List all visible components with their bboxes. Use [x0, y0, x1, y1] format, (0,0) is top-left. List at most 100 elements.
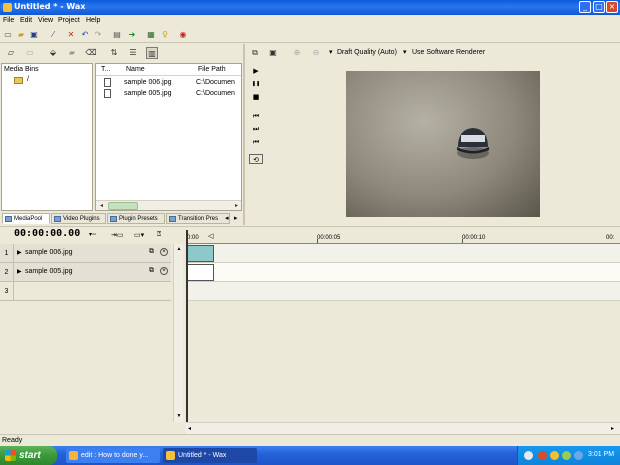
- quality-dropdown-arrow[interactable]: ▾: [329, 48, 333, 56]
- tab-video-plugins[interactable]: Video Plugins: [51, 213, 106, 224]
- pane-divider[interactable]: [243, 44, 245, 225]
- pause-icon[interactable]: ❚❚: [251, 79, 261, 89]
- remove-media-icon[interactable]: ⌫: [85, 47, 97, 59]
- bulb-icon[interactable]: ♀: [160, 29, 170, 40]
- detail-view-icon[interactable]: ▥: [146, 47, 158, 59]
- timeline-hscrollbar[interactable]: ◂ ▸: [186, 422, 620, 434]
- playhead-line[interactable]: [186, 230, 188, 422]
- tab-transition-presets[interactable]: Transition Pres: [166, 213, 230, 224]
- tab-scroll-left-icon[interactable]: ◂: [225, 213, 229, 224]
- scroll-right-icon[interactable]: ▸: [232, 202, 241, 210]
- export-arrow-icon[interactable]: ➜: [127, 29, 137, 40]
- root-bin[interactable]: /: [27, 76, 29, 83]
- taskbar-item-edit[interactable]: edit : How to done y...: [66, 448, 160, 463]
- media-toolbar: ▱ ▭ ⬙ ▰ ⌫ ⇅ ☰ ▥: [0, 44, 243, 62]
- timeline-ruler[interactable]: 0:00 ◁ 00:00:05 00:00:10 00:: [186, 230, 620, 244]
- track-header-1[interactable]: 1 ▶ sample 006.jpg ⧉ ×: [0, 244, 171, 263]
- zoom-out-icon[interactable]: ⊖: [310, 47, 322, 59]
- menu-help[interactable]: Help: [86, 17, 100, 24]
- shield-tray-icon[interactable]: [550, 451, 559, 460]
- sort-icon[interactable]: ⇅: [108, 47, 120, 59]
- open-media-icon[interactable]: ▰: [66, 47, 78, 59]
- marker-icon[interactable]: ⍰: [157, 231, 161, 239]
- folder-icon: [14, 77, 23, 84]
- new-file-icon[interactable]: ▭: [3, 29, 13, 40]
- tab-mediapool[interactable]: MediaPool: [2, 213, 50, 224]
- redo-icon[interactable]: ↷: [93, 29, 103, 40]
- menu-view[interactable]: View: [38, 17, 53, 24]
- next-frame-icon[interactable]: ⏭: [251, 124, 261, 134]
- go-to-start-icon[interactable]: ⏮: [251, 137, 261, 147]
- renderer-dropdown[interactable]: Use Software Renderer: [412, 49, 485, 56]
- scroll-up-icon[interactable]: ▲: [175, 245, 183, 253]
- expand-track-icon[interactable]: ▶: [17, 249, 22, 256]
- track-lane-3[interactable]: [186, 282, 620, 301]
- menu-file[interactable]: File: [3, 17, 14, 24]
- renderer-dropdown-arrow[interactable]: ▾: [403, 48, 407, 56]
- stop-icon[interactable]: ■: [251, 92, 261, 102]
- volume-tray-icon[interactable]: [574, 451, 583, 460]
- close-button[interactable]: ×: [606, 1, 618, 13]
- quality-dropdown[interactable]: Draft Quality (Auto): [337, 49, 397, 56]
- scroll-down-icon[interactable]: ▼: [175, 412, 183, 420]
- clip-sample-005[interactable]: [186, 264, 214, 281]
- media-bins-panel: Media Bins /: [1, 63, 93, 211]
- track-header-3[interactable]: 3: [0, 282, 171, 301]
- wand-icon[interactable]: ⁄: [48, 29, 58, 40]
- expand-track-icon[interactable]: ▶: [17, 268, 22, 275]
- zoom-in-icon[interactable]: ⊕: [291, 47, 303, 59]
- track-fx-icon[interactable]: ⧉: [149, 267, 157, 275]
- document-icon[interactable]: ▤: [112, 29, 122, 40]
- minimize-button[interactable]: _: [579, 1, 591, 13]
- transport-controls: ▶ ❚❚ ■ ⏮ ⏭ ⏮ ⟲: [246, 62, 266, 226]
- maximize-button[interactable]: □: [593, 1, 605, 13]
- security-tray-icon[interactable]: [538, 451, 547, 460]
- file-row[interactable]: sample 005.jpg C:\Documen: [96, 89, 241, 99]
- scroll-thumb[interactable]: [108, 202, 138, 210]
- ruler-label: 00:: [606, 235, 615, 241]
- delete-icon[interactable]: ✕: [66, 29, 76, 40]
- remove-track-icon[interactable]: ×: [160, 267, 168, 275]
- copy-frame-icon[interactable]: ⧉: [249, 47, 261, 59]
- list-view-icon[interactable]: ☰: [127, 47, 139, 59]
- remove-track-icon[interactable]: ×: [160, 248, 168, 256]
- render-icon[interactable]: ▦: [146, 29, 156, 40]
- playhead-marker-icon[interactable]: ◁: [208, 232, 213, 240]
- clip-sample-006[interactable]: [186, 245, 214, 262]
- track-lane-2[interactable]: [186, 263, 620, 282]
- network-tray-icon[interactable]: [562, 451, 571, 460]
- file-row[interactable]: sample 006.jpg C:\Documen: [96, 78, 241, 88]
- undo-icon[interactable]: ↶: [80, 29, 90, 40]
- add-track-icon[interactable]: ⇥▭: [111, 231, 123, 239]
- play-icon[interactable]: ▶: [251, 66, 261, 76]
- scroll-right-icon[interactable]: ▸: [611, 425, 614, 432]
- previous-frame-icon[interactable]: ⏮: [251, 111, 261, 121]
- help-tray-icon[interactable]: [524, 451, 533, 460]
- menu-project[interactable]: Project: [58, 17, 80, 24]
- track-fx-icon[interactable]: ⧉: [149, 248, 157, 256]
- insert-clip-icon[interactable]: ▭▾: [134, 231, 144, 239]
- column-name[interactable]: Name: [126, 66, 145, 73]
- column-file-path[interactable]: File Path: [198, 66, 226, 73]
- save-frame-icon[interactable]: ▣: [267, 47, 279, 59]
- track-lane-1[interactable]: [186, 244, 620, 263]
- open-folder-icon[interactable]: ▰: [16, 29, 26, 40]
- menu-edit[interactable]: Edit: [20, 17, 32, 24]
- import-media-icon[interactable]: ⬙: [47, 47, 59, 59]
- column-type[interactable]: T...: [101, 66, 110, 73]
- stop-icon[interactable]: ◉: [178, 29, 188, 40]
- track-header-2[interactable]: 2 ▶ sample 005.jpg ⧉ ×: [0, 263, 171, 282]
- start-button[interactable]: start: [0, 446, 57, 465]
- taskbar-item-wax[interactable]: Untitled * - Wax: [163, 448, 257, 463]
- loop-icon[interactable]: ⟲: [249, 154, 263, 164]
- file-list-hscrollbar[interactable]: ◂ ▸: [96, 200, 241, 210]
- snap-toggle-icon[interactable]: ▾▫▫: [89, 231, 96, 238]
- tab-scroll-right-icon[interactable]: ▸: [234, 213, 238, 224]
- scroll-left-icon[interactable]: ◂: [188, 425, 191, 432]
- tab-plugin-presets[interactable]: Plugin Presets: [107, 213, 165, 224]
- scroll-left-icon[interactable]: ◂: [97, 202, 106, 210]
- remove-bin-icon[interactable]: ▭: [24, 47, 36, 59]
- timeline-vscrollbar[interactable]: ▲ ▼: [173, 244, 183, 422]
- new-bin-icon[interactable]: ▱: [5, 47, 17, 59]
- save-icon[interactable]: ▣: [29, 29, 39, 40]
